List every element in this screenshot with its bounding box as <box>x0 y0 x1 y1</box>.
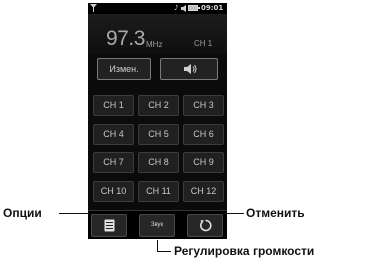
channel-button[interactable]: CH 2 <box>138 95 179 116</box>
callout-options-line <box>59 213 91 214</box>
list-icon <box>104 219 115 232</box>
channel-button[interactable]: CH 6 <box>183 124 224 145</box>
cancel-button[interactable] <box>187 214 223 237</box>
current-channel: CH 1 <box>194 39 213 48</box>
channel-button[interactable]: CH 9 <box>183 152 224 173</box>
edit-button[interactable]: Измен. <box>97 58 151 80</box>
channel-button[interactable]: CH 3 <box>183 95 224 116</box>
channel-button[interactable]: CH 4 <box>93 124 134 145</box>
callout-volume-adjust: Регулировка громкости <box>174 244 315 258</box>
action-row: Измен. <box>88 55 227 81</box>
channel-button[interactable]: CH 1 <box>93 95 134 116</box>
frequency-unit: MHz <box>146 40 163 49</box>
sound-button[interactable]: Звук <box>139 214 175 237</box>
status-time: 09:01 <box>201 4 224 12</box>
signal-antenna-icon <box>90 4 97 12</box>
speaker-small-icon <box>181 5 186 12</box>
channel-button[interactable]: CH 11 <box>138 181 179 202</box>
channel-button[interactable]: CH 8 <box>138 152 179 173</box>
speaker-icon <box>184 64 197 74</box>
frequency-value: 97.3 <box>106 27 145 50</box>
music-note-icon: ♪ <box>174 4 179 12</box>
frequency-display: 97.3 MHz CH 1 <box>88 14 227 54</box>
callout-cancel: Отменить <box>246 206 305 220</box>
undo-icon <box>199 219 212 232</box>
status-bar: ♪ 09:01 <box>88 3 227 14</box>
options-button[interactable] <box>91 214 127 237</box>
bottom-bar: Звук <box>88 210 227 239</box>
channel-button[interactable]: CH 5 <box>138 124 179 145</box>
callout-options: Опции <box>3 206 42 220</box>
callout-volume-line-horizontal <box>157 251 171 252</box>
callout-cancel-line <box>224 213 244 214</box>
battery-icon <box>188 5 200 11</box>
volume-button[interactable] <box>160 58 218 80</box>
channel-button[interactable]: CH 10 <box>93 181 134 202</box>
phone-screen: ♪ 09:01 97.3 MHz CH 1 Измен. CH 1 CH 2 C… <box>88 3 227 239</box>
channel-button[interactable]: CH 7 <box>93 152 134 173</box>
channel-button[interactable]: CH 12 <box>183 181 224 202</box>
